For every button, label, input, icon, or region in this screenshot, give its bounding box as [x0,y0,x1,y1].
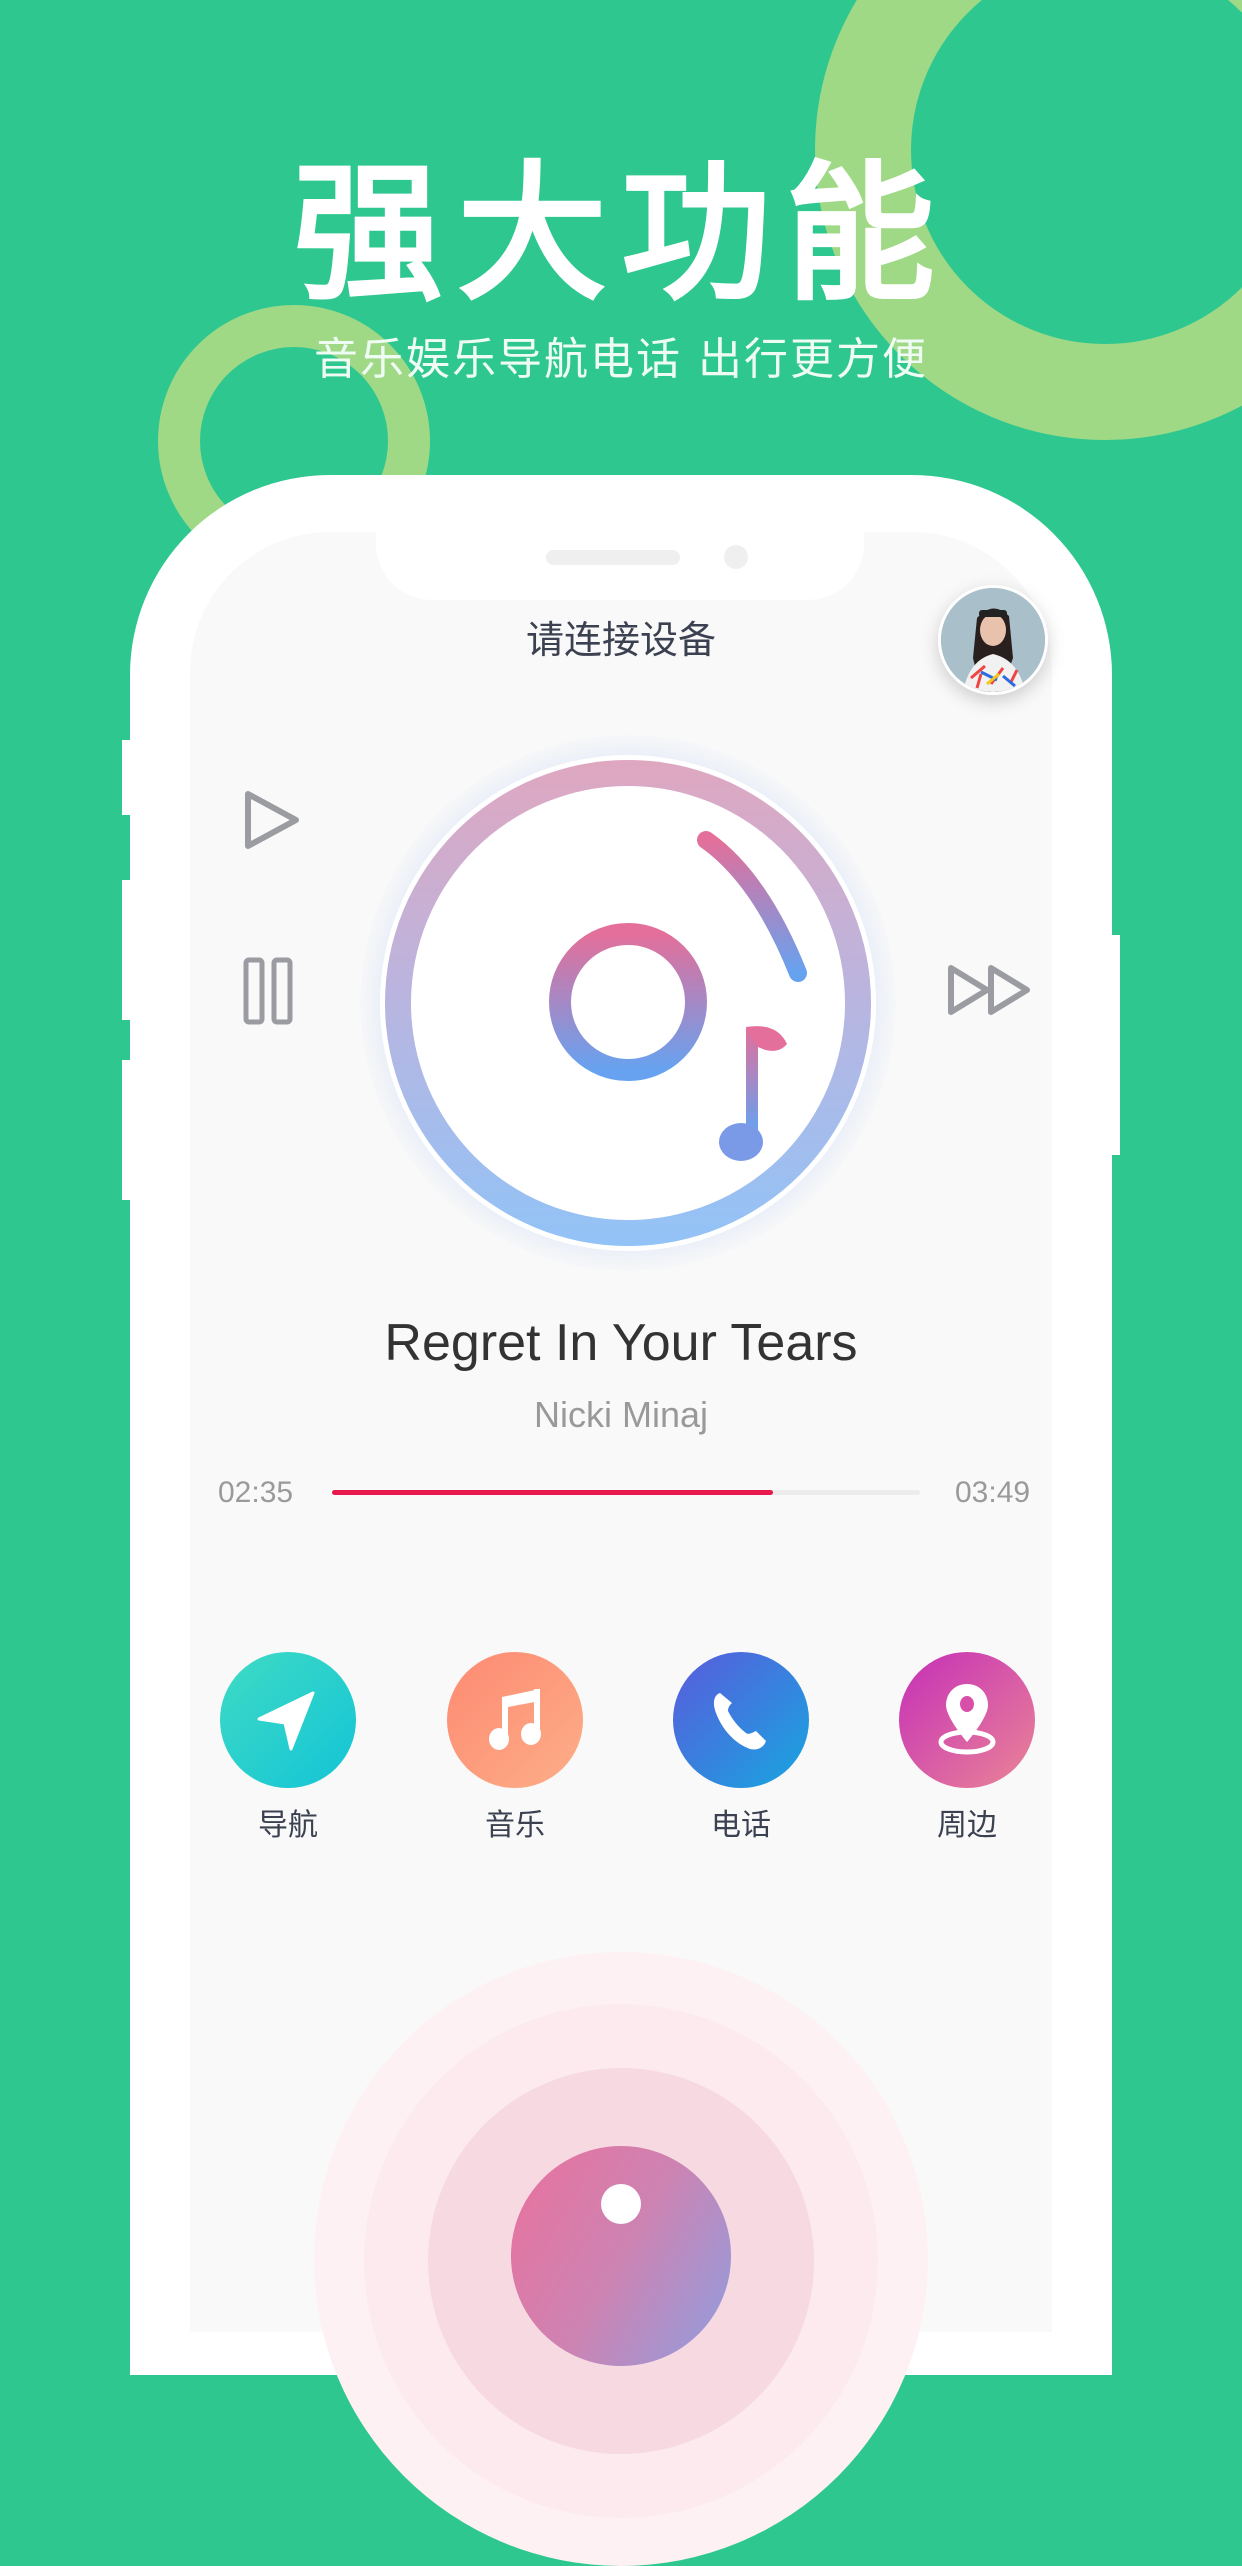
phone-camera [724,545,748,569]
headline: 强大功能 [292,148,949,322]
disc-art-icon [549,831,807,1161]
song-title: Regret In Your Tears [384,1314,858,1372]
disc-arc [697,831,807,982]
total-duration: 03:49 [955,1476,1031,1509]
user-avatar[interactable] [938,585,1048,695]
song-artist: Nicki Minaj [533,1394,709,1435]
location-pin-icon [938,1684,996,1755]
microphone-icon [601,2184,641,2224]
feature-button-phone[interactable] [673,1652,809,1788]
progress-fill [332,1490,773,1495]
feature-label-music: 音乐 [485,1808,545,1843]
feature-button-music[interactable] [447,1652,583,1788]
voice-button[interactable] [511,2146,731,2366]
pause-icon[interactable] [242,956,298,1028]
subheadline: 音乐娱乐导航电话 出行更方便 [314,334,928,385]
avatar-photo-icon [941,588,1045,692]
feature-button-nearby[interactable] [899,1652,1035,1788]
phone-notch [376,532,864,600]
navigation-arrow-icon [257,1691,315,1751]
feature-label-phone: 电话 [711,1808,771,1843]
progress-slider[interactable] [332,1490,920,1495]
fast-forward-icon[interactable] [947,964,1033,1016]
disc-hole-ring [549,923,707,1081]
connect-device-status[interactable]: 请连接设备 [190,612,1052,668]
play-icon[interactable] [242,788,302,852]
feature-label-navigation: 导航 [258,1808,318,1843]
feature-label-nearby: 周边 [937,1808,997,1843]
phone-icon [713,1693,766,1750]
phone-speaker [546,550,680,565]
feature-button-navigation[interactable] [220,1652,356,1788]
music-note-icon [489,1689,541,1750]
elapsed-time: 02:35 [218,1476,294,1509]
disc-music-note-icon [719,1026,787,1161]
